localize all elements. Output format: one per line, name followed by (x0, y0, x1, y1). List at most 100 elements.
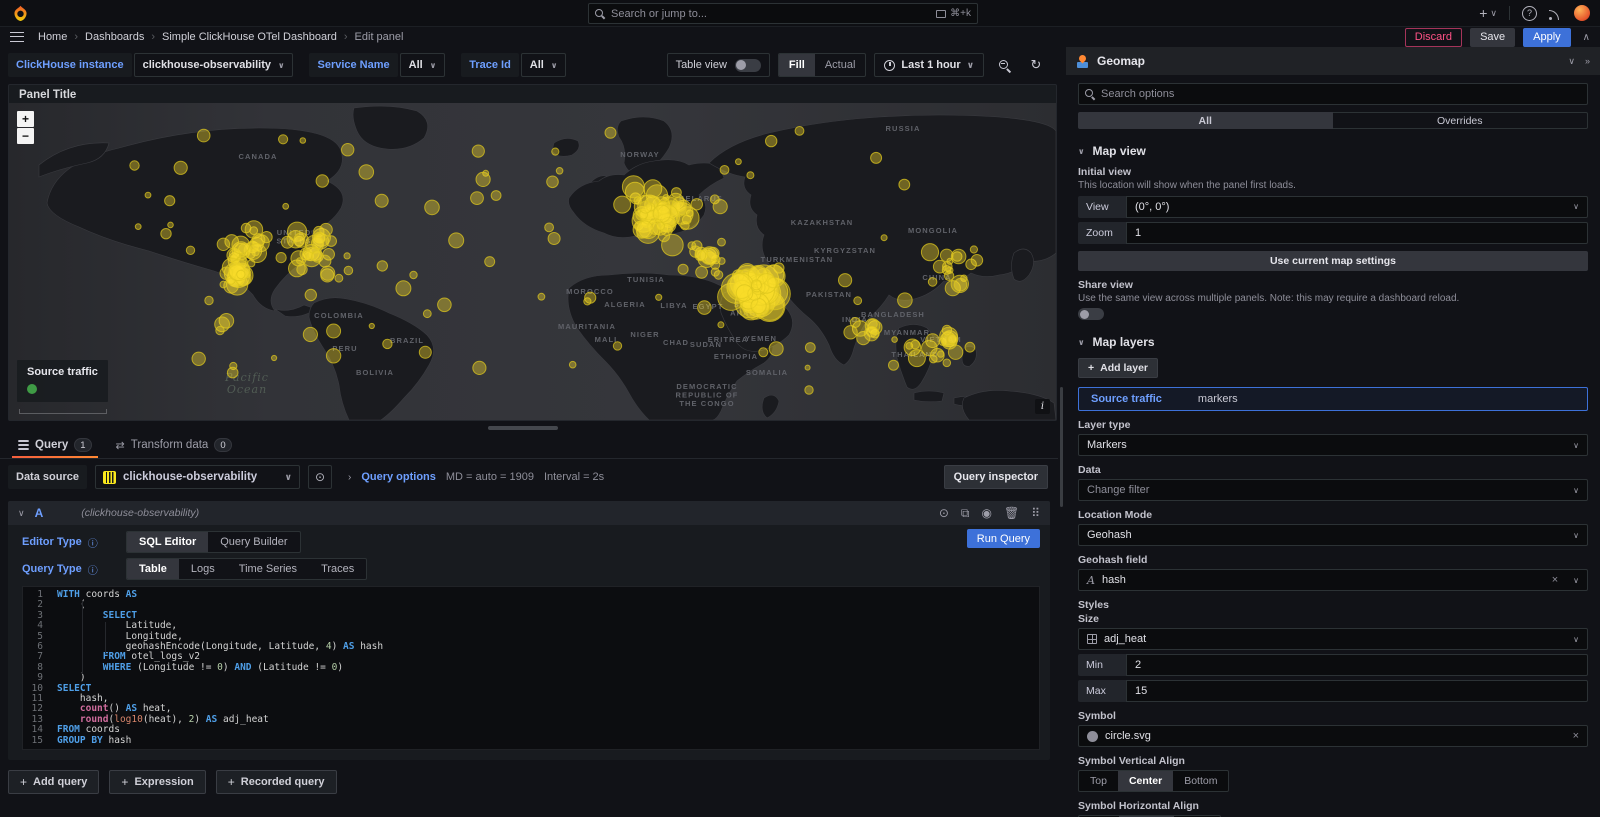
tab-overrides[interactable]: Overrides (1333, 112, 1589, 129)
user-avatar[interactable] (1574, 5, 1590, 21)
collapse-pane-icon[interactable]: » (1585, 56, 1590, 67)
variable-value-trace-id[interactable]: All∨ (521, 53, 567, 77)
map-zoom-in-button[interactable]: + (17, 111, 34, 127)
info-icon[interactable]: ⓘ (88, 562, 98, 577)
panel-title[interactable]: Panel Title (9, 85, 1056, 103)
layer-type-select[interactable]: Markers∨ (1078, 434, 1588, 456)
geohash-field-select[interactable]: Ahash×∨ (1078, 569, 1588, 591)
duplicate-query-icon[interactable]: ⧉ (961, 506, 970, 521)
size-select[interactable]: adj_heat∨ (1078, 628, 1588, 650)
run-query-button[interactable]: Run Query (967, 529, 1040, 548)
global-search[interactable]: ⌘+k (588, 3, 978, 24)
map-canvas[interactable]: RUSSIACANADANORWAYUNITEDSTATESBELARUSKAZ… (9, 103, 1056, 420)
breadcrumb-item[interactable]: Home (38, 31, 67, 43)
visualization-picker[interactable]: Geomap ∨ » (1066, 47, 1600, 75)
drag-handle-icon[interactable]: ⠿ (1031, 506, 1040, 520)
fill-option[interactable]: Fill (779, 54, 815, 76)
datasource-help-button[interactable]: ⊙ (308, 465, 332, 489)
indent-guide (82, 601, 83, 674)
grafana-logo-icon[interactable] (12, 5, 29, 22)
main-scrollbar[interactable] (1059, 47, 1064, 817)
code-line[interactable]: 9 ) (23, 673, 1039, 683)
add-menu-button[interactable]: +∨ (1479, 5, 1497, 21)
map-zoom-out-button[interactable]: − (17, 128, 34, 144)
breadcrumb-item[interactable]: Simple ClickHouse OTel Dashboard (162, 31, 337, 43)
query-options[interactable]: › Query options MD = auto = 1909 Interva… (348, 471, 604, 483)
code-line[interactable]: 1WITH coords AS (23, 590, 1039, 600)
use-current-map-settings-button[interactable]: Use current map settings (1078, 251, 1588, 271)
variable-value-service-name[interactable]: All∨ (400, 53, 446, 77)
tab-all[interactable]: All (1078, 112, 1333, 129)
chevron-down-icon[interactable]: ∨ (1568, 56, 1575, 67)
variable-value-clickhouse-instance[interactable]: clickhouse-observability∨ (134, 53, 294, 77)
options-search[interactable] (1078, 83, 1588, 105)
data-select[interactable]: Change filter∨ (1078, 479, 1588, 501)
clear-icon[interactable]: × (1552, 574, 1558, 586)
code-line[interactable]: 14FROM coords (23, 725, 1039, 735)
map-marker (135, 224, 141, 230)
bottom-option[interactable]: Bottom (1173, 771, 1228, 791)
sql-code-editor[interactable]: 1WITH coords AS2 (3 SELECT4 Latitude,5 L… (22, 586, 1040, 750)
share-view-toggle[interactable] (1078, 308, 1104, 320)
location-mode-select[interactable]: Geohash∨ (1078, 524, 1588, 546)
table-option[interactable]: Table (127, 559, 179, 579)
refresh-button[interactable]: ↻ (1024, 53, 1048, 77)
add-layer-button[interactable]: +Add layer (1078, 358, 1158, 378)
recorded-query-button[interactable]: +Recorded query (216, 770, 337, 794)
section-map-layers[interactable]: ∨Map layers (1078, 335, 1588, 349)
view-select[interactable]: (0°, 0°)∨ (1126, 196, 1588, 218)
tab-transform-data[interactable]: ⇄ Transform data 0 (106, 438, 242, 458)
expression-button[interactable]: +Expression (109, 770, 205, 794)
code-line[interactable]: 2 ( (23, 600, 1039, 610)
code-line[interactable]: 10SELECT (23, 684, 1039, 694)
code-line[interactable]: 13 round(log10(heat), 2) AS adj_heat (23, 715, 1039, 725)
help-icon[interactable]: ? (1522, 6, 1537, 21)
add-query-button[interactable]: +Add query (8, 770, 99, 794)
map-marker (751, 280, 761, 290)
map-marker (759, 348, 768, 357)
actual-option[interactable]: Actual (815, 54, 866, 76)
save-button[interactable]: Save (1470, 28, 1515, 47)
collapse-query-icon[interactable]: ∨ (18, 508, 25, 519)
query-row-header[interactable]: ∨ A (clickhouse-observability) ⊙ ⧉ ◉ 🗑 ⠿ (8, 501, 1050, 525)
layer-item-source-traffic[interactable]: Source traffic markers (1078, 387, 1588, 411)
section-map-view[interactable]: ∨Map view (1078, 144, 1588, 158)
apply-button[interactable]: Apply (1523, 28, 1571, 47)
map-marker (921, 244, 938, 261)
scrollbar-thumb[interactable] (1060, 387, 1063, 507)
zoom-input[interactable]: 1 (1126, 222, 1588, 244)
sql-editor-option[interactable]: SQL Editor (127, 532, 208, 552)
query-help-icon[interactable]: ⊙ (939, 506, 949, 520)
time-range-picker[interactable]: Last 1 hour ∨ (874, 53, 984, 77)
news-icon[interactable] (1549, 7, 1562, 20)
code-line[interactable]: 15GROUP BY hash (23, 736, 1039, 746)
map-attribution-button[interactable]: i (1035, 399, 1050, 414)
tab-query[interactable]: Query 1 (8, 438, 102, 458)
query-inspector-button[interactable]: Query inspector (944, 465, 1048, 489)
traces-option[interactable]: Traces (309, 559, 366, 579)
min-input[interactable]: 2 (1126, 654, 1588, 676)
top-option[interactable]: Top (1079, 771, 1118, 791)
splitter-grip[interactable] (488, 426, 558, 430)
collapse-header-icon[interactable]: ∧ (1583, 32, 1590, 43)
discard-button[interactable]: Discard (1405, 28, 1462, 47)
zoom-out-time-button[interactable] (992, 53, 1016, 77)
delete-query-icon[interactable]: 🗑 (1004, 506, 1019, 520)
menu-icon[interactable] (10, 32, 24, 42)
search-input[interactable] (611, 8, 930, 20)
logs-option[interactable]: Logs (179, 559, 227, 579)
query-builder-option[interactable]: Query Builder (208, 532, 299, 552)
info-icon[interactable]: ⓘ (88, 535, 98, 550)
datasource-picker[interactable]: clickhouse-observability ∨ (95, 465, 300, 489)
options-search-input[interactable] (1101, 88, 1581, 100)
clear-icon[interactable]: × (1573, 730, 1579, 742)
code-line[interactable]: 11 hash, (23, 694, 1039, 704)
symbol-select[interactable]: circle.svg× (1078, 725, 1588, 747)
hide-response-icon[interactable]: ◉ (981, 506, 991, 520)
center-option[interactable]: Center (1118, 771, 1173, 791)
time-series-option[interactable]: Time Series (227, 559, 309, 579)
max-input[interactable]: 15 (1126, 680, 1588, 702)
table-view-toggle[interactable] (735, 59, 761, 72)
code-line[interactable]: 8 WHERE (Longitude != 0) AND (Latitude !… (23, 663, 1039, 673)
breadcrumb-item[interactable]: Dashboards (85, 31, 144, 43)
